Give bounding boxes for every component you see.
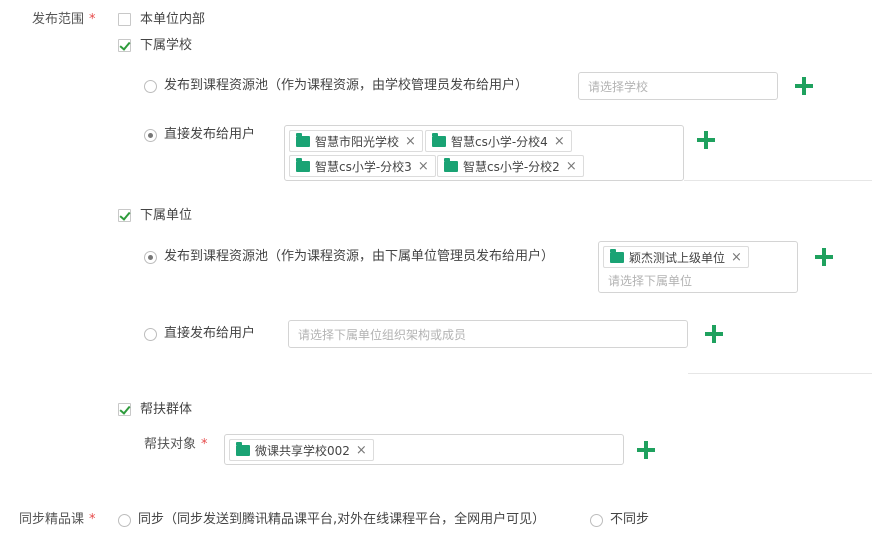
add-school-direct-plus-icon[interactable]: [697, 131, 715, 149]
aid-target-label: 帮扶对象 *: [144, 435, 208, 455]
tag-label: 智慧市阳光学校: [315, 134, 400, 149]
tag-label: 颖杰测试上级单位: [629, 250, 726, 265]
tag: 智慧cs小学-分校3 ×: [289, 155, 436, 177]
units-label: 下属单位: [140, 208, 193, 223]
tag: 智慧cs小学-分校4 ×: [425, 130, 572, 152]
tag: 智慧cs小学-分校2 ×: [437, 155, 584, 177]
sync-label: 同步精品课 *: [19, 510, 96, 530]
sync-label-text: 同步精品课: [19, 512, 85, 527]
tag-label: 微课共享学校002: [255, 443, 350, 458]
required-mark: *: [89, 512, 96, 527]
remove-tag-icon[interactable]: ×: [731, 251, 742, 264]
folder-icon: [444, 157, 458, 172]
divider: [688, 373, 872, 374]
unit-pool-tag-input[interactable]: 颖杰测试上级单位 × 请选择下属单位: [598, 241, 798, 293]
aid-label: 帮扶群体: [140, 402, 193, 417]
aid-target-label-text: 帮扶对象: [144, 437, 197, 452]
remove-tag-icon[interactable]: ×: [554, 135, 565, 148]
folder-icon: [610, 248, 624, 263]
units-pool-label: 发布到课程资源池（作为课程资源，由下属单位管理员发布给用户）: [164, 249, 555, 264]
school-select-input[interactable]: 请选择学校: [578, 72, 778, 100]
sync-option-label: 同步（同步发送到腾讯精品课平台,对外在线课程平台，全网用户可见）: [138, 512, 546, 527]
folder-icon: [236, 441, 250, 456]
school-direct-tag-input[interactable]: 智慧市阳光学校 × 智慧cs小学-分校4 × 智慧cs小学-分校3 × 智慧cs…: [284, 125, 684, 181]
units-direct-label: 直接发布给用户: [164, 326, 256, 341]
school-select-placeholder: 请选择学校: [588, 80, 649, 94]
schools-pool-radio[interactable]: [144, 80, 157, 93]
schools-direct-label: 直接发布给用户: [164, 127, 256, 142]
required-mark: *: [201, 437, 208, 452]
tag-label: 智慧cs小学-分校4: [451, 134, 548, 149]
tag: 颖杰测试上级单位 ×: [603, 246, 749, 268]
folder-icon: [296, 132, 310, 147]
tag: 微课共享学校002 ×: [229, 439, 374, 461]
tag: 智慧市阳光学校 ×: [289, 130, 423, 152]
own-unit-checkbox[interactable]: [118, 13, 131, 26]
aid-checkbox[interactable]: [118, 403, 131, 416]
schools-label: 下属学校: [140, 38, 193, 53]
folder-icon: [432, 132, 446, 147]
schools-direct-radio[interactable]: [144, 129, 157, 142]
schools-pool-label: 发布到课程资源池（作为课程资源，由学校管理员发布给用户）: [164, 78, 529, 93]
schools-checkbox[interactable]: [118, 39, 131, 52]
add-aid-target-plus-icon[interactable]: [637, 441, 655, 459]
nosync-option-label: 不同步: [610, 512, 650, 527]
add-unit-direct-plus-icon[interactable]: [705, 325, 723, 343]
remove-tag-icon[interactable]: ×: [356, 444, 367, 457]
units-checkbox[interactable]: [118, 209, 131, 222]
units-pool-radio[interactable]: [144, 251, 157, 264]
folder-icon: [296, 157, 310, 172]
scope-label: 发布范围 *: [32, 10, 96, 30]
unit-direct-placeholder: 请选择下属单位组织架构或成员: [298, 328, 467, 342]
remove-tag-icon[interactable]: ×: [405, 135, 416, 148]
add-unit-pool-plus-icon[interactable]: [815, 248, 833, 266]
required-mark: *: [89, 12, 96, 27]
sync-radio[interactable]: [118, 514, 131, 527]
aid-target-tag-input[interactable]: 微课共享学校002 ×: [224, 434, 624, 465]
unit-direct-input[interactable]: 请选择下属单位组织架构或成员: [288, 320, 688, 348]
unit-pool-placeholder: 请选择下属单位: [608, 274, 693, 288]
scope-label-text: 发布范围: [32, 12, 85, 27]
own-unit-label: 本单位内部: [140, 12, 206, 27]
remove-tag-icon[interactable]: ×: [418, 160, 429, 173]
divider: [684, 180, 872, 181]
tag-label: 智慧cs小学-分校3: [315, 159, 412, 174]
tag-label: 智慧cs小学-分校2: [463, 159, 560, 174]
remove-tag-icon[interactable]: ×: [566, 160, 577, 173]
add-school-pool-plus-icon[interactable]: [795, 77, 813, 95]
units-direct-radio[interactable]: [144, 328, 157, 341]
nosync-radio[interactable]: [590, 514, 603, 527]
